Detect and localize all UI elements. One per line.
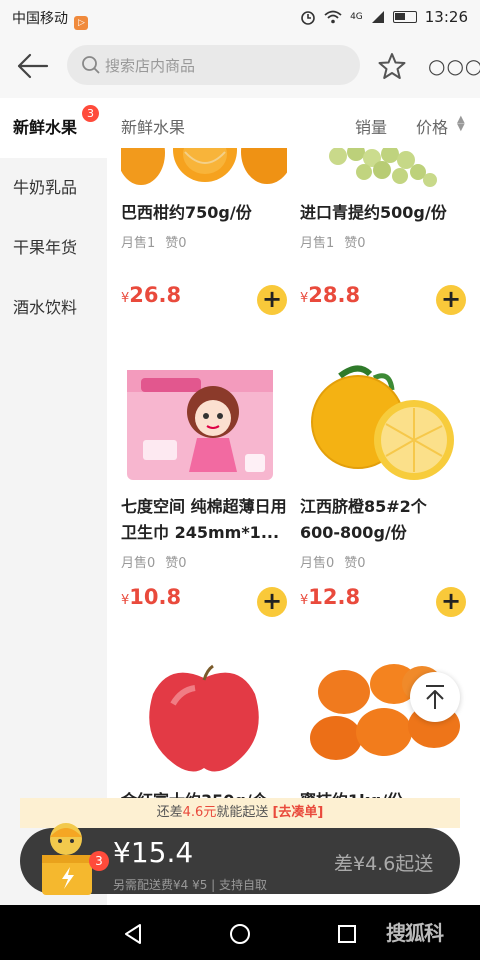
search-icon	[82, 56, 100, 74]
status-bar: 中国移动 ▷ 4G 13:26	[0, 0, 480, 34]
likes: 赞0	[344, 236, 366, 251]
search-placeholder: 搜索店内商品	[105, 57, 196, 75]
carrier: 中国移动 ▷	[12, 8, 89, 30]
status-icons: 4G 13:26	[300, 8, 468, 26]
navel-orange-image	[300, 360, 466, 486]
add-to-cart-button[interactable]: +	[436, 587, 466, 617]
product-price: 26.8	[129, 283, 182, 307]
add-more-link[interactable]: [去凑单]	[272, 805, 323, 820]
sidebar-item-dried-fruit[interactable]: 干果年货	[0, 218, 107, 278]
more-options-icon[interactable]: ○○○	[428, 54, 480, 78]
product-price: 10.8	[129, 585, 182, 609]
signal-icon	[371, 11, 384, 23]
monthly-sales: 月售1	[121, 236, 156, 251]
sort-by-price[interactable]: 价格	[416, 114, 448, 138]
product-card[interactable]: 江西脐橙85#2个600-800g/份 月售0 赞0 ¥12.8 +	[300, 360, 466, 617]
sidebar-item-label: 酒水饮料	[13, 298, 78, 317]
add-to-cart-button[interactable]: +	[436, 285, 466, 315]
list-header: 新鲜水果 销量 价格 ▲ ▼	[107, 98, 480, 150]
likes: 赞0	[165, 556, 187, 571]
sidebar-item-label: 新鲜水果	[13, 118, 78, 137]
product-price: 28.8	[308, 283, 361, 307]
clock: 13:26	[424, 8, 468, 26]
nav-home-icon[interactable]	[229, 923, 251, 945]
sanitary-pad-package-image	[121, 360, 287, 486]
product-card[interactable]: 七度空间 纯棉超薄日用卫生巾 245mm*1... 月售0 赞0 ¥10.8 +	[121, 360, 287, 617]
cart-count-badge: 3	[89, 851, 109, 871]
add-to-cart-button[interactable]: +	[257, 285, 287, 315]
app-notification-icon: ▷	[74, 16, 89, 30]
green-grapes-image	[300, 148, 466, 192]
product-name: 江西脐橙85#2个600-800g/份	[300, 497, 427, 542]
back-to-top-button[interactable]	[410, 672, 460, 722]
product-name: 巴西柑约750g/份	[121, 203, 252, 222]
alarm-icon	[301, 11, 315, 25]
price-row: ¥10.8 +	[121, 585, 287, 617]
product-meta: 月售1 赞0	[300, 232, 466, 251]
price-row: ¥26.8 +	[121, 283, 287, 315]
add-to-cart-button[interactable]: +	[257, 587, 287, 617]
product-card[interactable]: 金红富士约350g/个	[121, 654, 287, 814]
product-card[interactable]: 进口青提约500g/份 月售1 赞0 ¥28.8 +	[300, 148, 466, 315]
product-meta: 月售0 赞0	[300, 552, 466, 571]
favorite-star-icon[interactable]	[378, 52, 406, 80]
product-price: 12.8	[308, 585, 361, 609]
product-card[interactable]: 巴西柑约750g/份 月售1 赞0 ¥26.8 +	[121, 148, 287, 315]
sort-by-sales[interactable]: 销量	[355, 114, 387, 138]
product-meta: 月售0 赞0	[121, 552, 287, 571]
product-meta: 月售1 赞0	[121, 232, 287, 251]
product-name: 进口青提约500g/份	[300, 203, 447, 222]
carrier-label: 中国移动	[12, 11, 68, 27]
sidebar-item-label: 干果年货	[13, 238, 78, 257]
sidebar-item-fresh-fruit[interactable]: 新鲜水果 3	[0, 98, 107, 158]
wifi-icon	[324, 10, 342, 24]
nav-back-icon[interactable]	[122, 923, 144, 945]
sidebar-item-beverages[interactable]: 酒水饮料	[0, 278, 107, 338]
search-input[interactable]: 搜索店内商品	[67, 45, 360, 85]
sort-arrows-icon[interactable]: ▲ ▼	[457, 115, 465, 133]
orange-image	[121, 148, 287, 192]
notice-prefix: 还差	[156, 805, 183, 820]
battery-icon	[392, 11, 417, 23]
sidebar-item-label: 牛奶乳品	[13, 178, 78, 197]
notice-suffix: 就能起送	[216, 805, 269, 820]
red-apple-image	[121, 654, 287, 780]
network-type: 4G	[350, 12, 363, 22]
system-nav-bar: 搜狐科	[0, 905, 480, 960]
sidebar-item-dairy[interactable]: 牛奶乳品	[0, 158, 107, 218]
product-list: 新鲜水果 销量 价格 ▲▼ 巴西柑约750g/份 月售1 赞0 ¥26.8 +	[107, 98, 480, 905]
delivery-fee-info: 另需配送费¥4 ¥5 | 支持自取	[113, 878, 268, 892]
category-title: 新鲜水果	[121, 118, 186, 137]
category-sidebar: 新鲜水果 3 牛奶乳品 干果年货 酒水饮料	[0, 98, 107, 905]
price-row: ¥28.8 +	[300, 283, 466, 315]
notice-amount: 4.6元	[182, 805, 217, 820]
monthly-sales: 月售1	[300, 236, 335, 251]
monthly-sales: 月售0	[121, 556, 156, 571]
nav-recent-apps-icon[interactable]	[337, 924, 357, 944]
watermark: 搜狐科	[386, 921, 444, 945]
product-name: 七度空间 纯棉超薄日用卫生巾 245mm*1...	[121, 497, 287, 542]
back-arrow-icon[interactable]	[16, 52, 50, 80]
sidebar-item-badge: 3	[82, 105, 99, 122]
price-row: ¥12.8 +	[300, 585, 466, 617]
monthly-sales: 月售0	[300, 556, 335, 571]
likes: 赞0	[165, 236, 187, 251]
likes: 赞0	[344, 556, 366, 571]
header: 搜索店内商品 ○○○	[0, 34, 480, 98]
checkout-button[interactable]: 差¥4.6起送	[334, 849, 433, 876]
back-to-top-icon	[426, 685, 444, 709]
cart-total: ¥15.4	[113, 836, 194, 869]
